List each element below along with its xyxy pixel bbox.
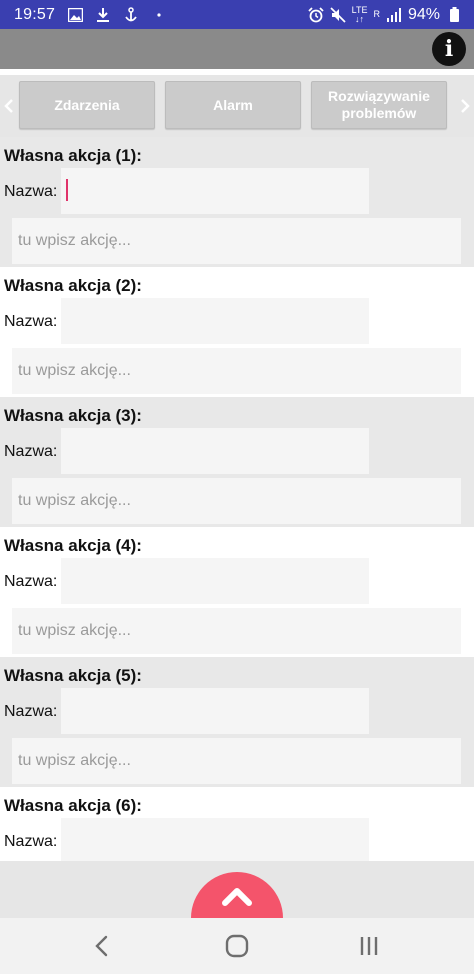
scroll-up-button[interactable]	[191, 872, 283, 918]
info-icon[interactable]: i	[432, 32, 466, 66]
download-icon	[95, 7, 111, 23]
tab-rozwiazywanie-problemow[interactable]: Rozwiązywanie problemów	[311, 81, 447, 129]
custom-action-section-4: Własna akcja (4): Nazwa: tu wpisz akcję.…	[0, 527, 474, 657]
signal-icon	[386, 7, 402, 23]
name-label: Nazwa:	[4, 443, 58, 460]
section-title: Własna akcja (6):	[4, 796, 142, 815]
network-type: LTE ↓↑	[351, 4, 368, 24]
battery-percent: 94%	[407, 5, 440, 23]
app-bar: i	[0, 29, 474, 69]
name-input-2[interactable]	[61, 298, 369, 344]
name-input-1[interactable]	[61, 168, 369, 214]
section-title: Własna akcja (4):	[4, 536, 142, 555]
alarm-icon	[307, 6, 324, 23]
chevron-right-icon[interactable]	[456, 75, 474, 137]
text-cursor	[66, 179, 68, 201]
name-input-3[interactable]	[61, 428, 369, 474]
status-time: 19:57	[14, 5, 56, 23]
roaming-indicator: R	[373, 9, 380, 19]
battery-icon	[446, 7, 462, 23]
recents-icon[interactable]	[355, 932, 383, 960]
name-label: Nazwa:	[4, 313, 58, 330]
bottom-area	[0, 861, 474, 918]
name-label: Nazwa:	[4, 833, 58, 850]
chevron-up-icon	[222, 888, 252, 906]
section-title: Własna akcja (1):	[4, 146, 142, 165]
name-input-4[interactable]	[61, 558, 369, 604]
back-icon[interactable]	[88, 932, 116, 960]
tabs-strip: Zdarzenia Alarm Rozwiązywanie problemów	[0, 75, 474, 137]
name-label: Nazwa:	[4, 183, 58, 200]
custom-action-section-2: Własna akcja (2): Nazwa: tu wpisz akcję.…	[0, 267, 474, 397]
name-input-5[interactable]	[61, 688, 369, 734]
custom-action-section-1: Własna akcja (1): Nazwa: tu wpisz akcję.…	[0, 137, 474, 267]
action-input-1[interactable]: tu wpisz akcję...	[12, 218, 461, 264]
custom-action-section-3: Własna akcja (3): Nazwa: tu wpisz akcję.…	[0, 397, 474, 527]
custom-action-section-5: Własna akcja (5): Nazwa: tu wpisz akcję.…	[0, 657, 474, 787]
status-bar: 19:57 LTE ↓↑ R 94%	[0, 0, 474, 29]
name-label: Nazwa:	[4, 573, 58, 590]
home-icon[interactable]	[223, 932, 251, 960]
section-title: Własna akcja (5):	[4, 666, 142, 685]
mute-icon	[329, 6, 346, 23]
custom-action-section-6: Własna akcja (6): Nazwa:	[0, 787, 474, 861]
gallery-icon	[67, 7, 83, 23]
action-input-5[interactable]: tu wpisz akcję...	[12, 738, 461, 784]
section-title: Własna akcja (2):	[4, 276, 142, 295]
name-label: Nazwa:	[4, 703, 58, 720]
system-nav-bar	[0, 918, 474, 974]
action-input-2[interactable]: tu wpisz akcję...	[12, 348, 461, 394]
dot-icon	[151, 7, 167, 23]
anchor-icon	[123, 6, 139, 23]
tab-alarm[interactable]: Alarm	[165, 81, 301, 129]
tab-zdarzenia[interactable]: Zdarzenia	[19, 81, 155, 129]
action-input-3[interactable]: tu wpisz akcję...	[12, 478, 461, 524]
name-input-6[interactable]	[61, 818, 369, 861]
action-input-4[interactable]: tu wpisz akcję...	[12, 608, 461, 654]
chevron-left-icon[interactable]	[0, 75, 18, 137]
section-title: Własna akcja (3):	[4, 406, 142, 425]
